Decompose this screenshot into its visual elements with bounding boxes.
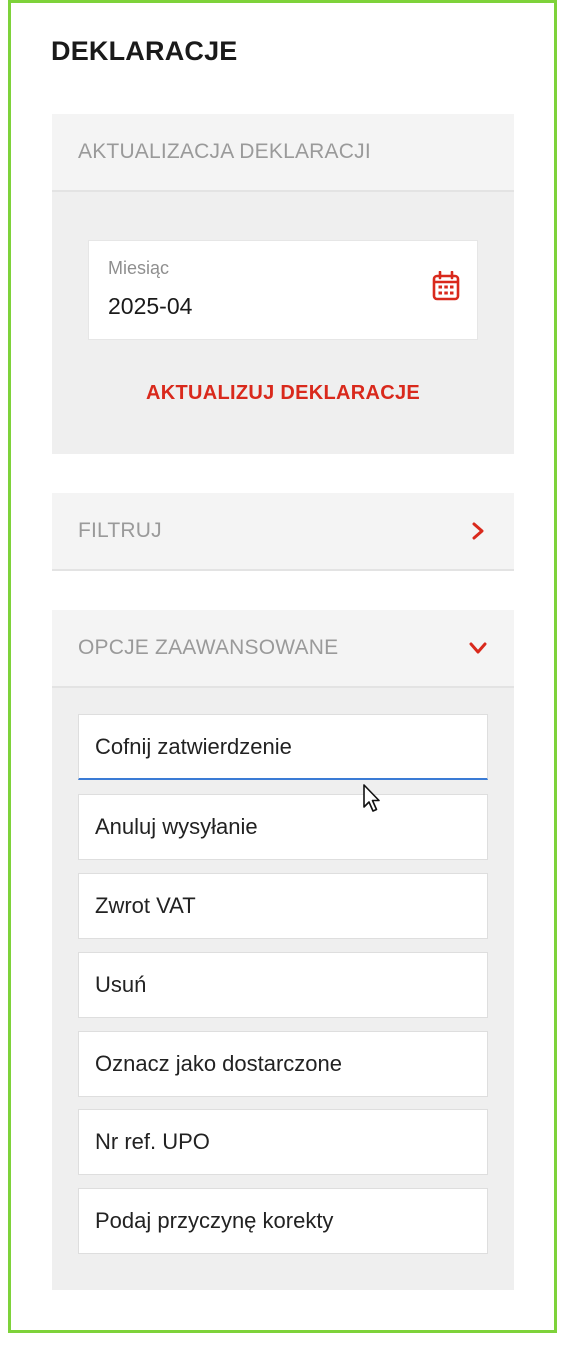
option-undo-approval[interactable]: Cofnij zatwierdzenie: [78, 714, 488, 780]
option-label: Anuluj wysyłanie: [95, 814, 258, 839]
chevron-down-icon[interactable]: [468, 638, 488, 658]
option-correction-reason[interactable]: Podaj przyczynę korekty: [78, 1188, 488, 1254]
filter-section-title: FILTRUJ: [78, 519, 162, 542]
update-section-title: AKTUALIZACJA DEKLARACJI: [78, 140, 371, 163]
option-cancel-sending[interactable]: Anuluj wysyłanie: [78, 794, 488, 860]
update-section-body: Miesiąc 2025-04 AKTUALIZUJ DEKLARACJE: [52, 192, 514, 454]
option-mark-delivered[interactable]: Oznacz jako dostarczone: [78, 1031, 488, 1097]
advanced-section-header[interactable]: OPCJE ZAAWANSOWANE: [52, 610, 514, 688]
chevron-right-icon[interactable]: [468, 521, 488, 541]
option-label: Nr ref. UPO: [95, 1129, 210, 1154]
mouse-pointer-icon: [363, 784, 380, 812]
option-label: Zwrot VAT: [95, 893, 196, 918]
filter-section-header[interactable]: FILTRUJ: [52, 493, 514, 571]
option-label: Oznacz jako dostarczone: [95, 1051, 343, 1076]
advanced-section-title: OPCJE ZAAWANSOWANE: [78, 636, 339, 659]
option-label: Cofnij zatwierdzenie: [95, 734, 292, 759]
option-vat-refund[interactable]: Zwrot VAT: [78, 873, 488, 939]
option-delete[interactable]: Usuń: [78, 952, 488, 1018]
option-label: Usuń: [95, 972, 147, 997]
advanced-section-body: Cofnij zatwierdzenie Anuluj wysyłanie Zw…: [52, 688, 514, 1290]
calendar-icon[interactable]: [432, 271, 460, 301]
update-section-header: AKTUALIZACJA DEKLARACJI: [52, 114, 514, 192]
month-field-value[interactable]: 2025-04: [108, 293, 192, 320]
update-declarations-button[interactable]: AKTUALIZUJ DEKLARACJE: [52, 382, 514, 405]
option-label: Podaj przyczynę korekty: [95, 1208, 334, 1233]
month-field-label: Miesiąc: [108, 258, 170, 278]
page-title: DEKLARACJE: [51, 36, 238, 66]
option-upo-ref-number[interactable]: Nr ref. UPO: [78, 1109, 488, 1175]
month-field[interactable]: Miesiąc 2025-04: [88, 240, 478, 340]
